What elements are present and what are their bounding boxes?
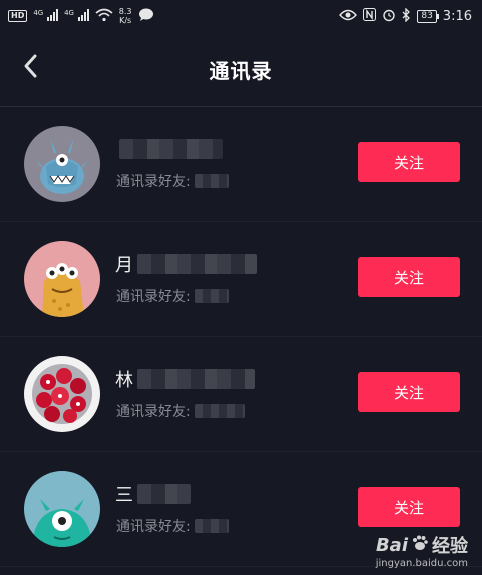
wifi-icon bbox=[95, 8, 113, 25]
blurred-friend-name bbox=[194, 174, 229, 188]
contact-name: 林 bbox=[115, 367, 255, 391]
contact-subtitle: 通讯录好友: bbox=[116, 171, 229, 191]
network-type-2: 4G bbox=[64, 8, 74, 17]
contact-subtitle: 通讯录好友: bbox=[116, 286, 229, 306]
contact-row: 通讯录好友: 关注 bbox=[0, 107, 482, 222]
red-flower-avatar[interactable] bbox=[24, 356, 100, 432]
page-title: 通讯录 bbox=[209, 58, 273, 83]
nfc-icon bbox=[363, 8, 377, 24]
contact-subtitle: 通讯录好友: bbox=[116, 516, 229, 536]
blurred-friend-name bbox=[194, 289, 229, 303]
blurred-name bbox=[137, 369, 255, 389]
chat-bubble-icon bbox=[138, 8, 154, 25]
contact-name: 月 bbox=[115, 252, 257, 276]
hd-badge: HD bbox=[8, 10, 28, 22]
follow-button[interactable]: 关注 bbox=[358, 142, 460, 182]
contact-name bbox=[115, 137, 223, 161]
nav-bar: 通讯录 bbox=[0, 32, 482, 107]
speed-value: 8.3 bbox=[118, 7, 132, 16]
blurred-name bbox=[119, 139, 223, 159]
name-prefix: 月 bbox=[115, 255, 133, 276]
blurred-friend-name bbox=[194, 404, 245, 418]
eye-icon bbox=[339, 9, 358, 24]
follow-button[interactable]: 关注 bbox=[358, 257, 460, 297]
watermark-url: jingyan.baidu.com bbox=[375, 558, 468, 569]
alarm-icon bbox=[382, 8, 396, 25]
address-book-label: 通讯录好友: bbox=[116, 289, 191, 305]
clock-time: 3:16 bbox=[442, 8, 472, 24]
follow-button[interactable]: 关注 bbox=[358, 372, 460, 412]
signal-icon-1: 4G bbox=[33, 8, 59, 24]
contact-list: 通讯录好友: 关注 月 通讯录好友: 关注 林 通讯录好友: 关注 三 通讯录好… bbox=[0, 107, 482, 567]
signal-icon-2: 4G bbox=[64, 8, 89, 24]
contact-row: 林 通讯录好友: 关注 bbox=[0, 337, 482, 452]
follow-button[interactable]: 关注 bbox=[358, 487, 460, 527]
bluetooth-icon bbox=[402, 6, 411, 25]
teal-monster-avatar[interactable] bbox=[24, 471, 100, 547]
baidu-jingyan-watermark: Bai 经验 jingyan.baidu.com bbox=[375, 532, 468, 570]
chevron-left-icon bbox=[22, 53, 38, 83]
address-book-label: 通讯录好友: bbox=[116, 519, 191, 535]
watermark-letters: Bai bbox=[375, 534, 408, 556]
orange-monster-avatar[interactable] bbox=[24, 241, 100, 317]
network-type-1: 4G bbox=[33, 8, 44, 17]
back-button[interactable] bbox=[16, 54, 44, 82]
speed-unit: K/s bbox=[119, 16, 132, 25]
address-book-label: 通讯录好友: bbox=[116, 174, 191, 190]
address-book-label: 通讯录好友: bbox=[116, 404, 191, 420]
watermark-text: 经验 bbox=[432, 536, 468, 557]
status-left: HD 4G 4G 8.3 K/s bbox=[8, 7, 154, 25]
name-prefix: 林 bbox=[115, 370, 133, 391]
watermark-brand: Bai 经验 bbox=[376, 532, 468, 558]
contact-subtitle: 通讯录好友: bbox=[116, 401, 245, 421]
status-bar: HD 4G 4G 8.3 K/s 83 3:16 bbox=[0, 0, 482, 32]
status-right: 83 3:16 bbox=[339, 6, 472, 25]
blue-monster-avatar[interactable] bbox=[24, 126, 100, 202]
battery-icon: 83 bbox=[417, 9, 440, 23]
contact-row: 月 通讯录好友: 关注 bbox=[0, 222, 482, 337]
blurred-friend-name bbox=[194, 519, 229, 533]
name-prefix: 三 bbox=[115, 485, 133, 506]
paw-icon bbox=[411, 534, 429, 557]
blurred-name bbox=[137, 484, 191, 504]
blurred-name bbox=[137, 254, 257, 274]
network-speed: 8.3 K/s bbox=[119, 7, 132, 25]
contact-name: 三 bbox=[115, 482, 191, 506]
battery-level: 83 bbox=[421, 10, 433, 21]
